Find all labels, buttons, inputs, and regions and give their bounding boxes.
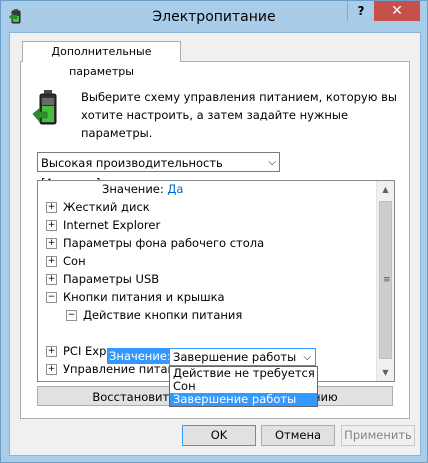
power-scheme-select[interactable]: Высокая производительность [Активен] ⌵ xyxy=(37,152,280,190)
tree-item-label: Жесткий диск xyxy=(63,200,150,214)
cancel-button[interactable]: Отмена xyxy=(261,425,335,446)
apply-button[interactable]: Применить xyxy=(341,425,415,446)
collapse-icon[interactable]: − xyxy=(46,292,57,303)
tree-item-sleep[interactable]: + Сон xyxy=(46,253,86,270)
expand-icon[interactable]: + xyxy=(46,346,57,357)
power-button-action-value: Завершение работы xyxy=(173,350,297,364)
tree-item-label: Действие кнопки питания xyxy=(83,308,243,322)
edit-value-label: Значение: xyxy=(107,348,173,364)
tree-item-power-button-action[interactable]: − Действие кнопки питания xyxy=(66,307,242,324)
expand-icon[interactable]: + xyxy=(46,238,57,249)
tree-item-label: Параметры фона рабочего стола xyxy=(63,236,265,250)
scroll-up-icon[interactable]: ▲ xyxy=(377,181,394,198)
tree-item-power-buttons-lid[interactable]: − Кнопки питания и крышка xyxy=(46,289,225,306)
help-button[interactable]: ? xyxy=(347,1,375,21)
grip-icon: ≡ xyxy=(383,275,391,285)
battery-plug-icon xyxy=(32,90,57,125)
value-link[interactable]: Да xyxy=(167,182,183,196)
expand-icon[interactable]: + xyxy=(46,202,57,213)
scroll-down-icon[interactable]: ▼ xyxy=(377,364,394,381)
chevron-down-icon: ⌵ xyxy=(268,157,276,168)
tree-item-label: Internet Explorer xyxy=(63,218,161,232)
tree-item-desktop-background[interactable]: + Параметры фона рабочего стола xyxy=(46,235,264,252)
power-options-window: Электропитание ? ✕ Дополнительные параме… xyxy=(0,0,428,463)
close-button[interactable]: ✕ xyxy=(374,1,420,21)
tree-scrollbar[interactable]: ▲ ≡ ▼ xyxy=(376,181,394,381)
dialog-client-area: Дополнительные параметры Выберите схему … xyxy=(9,32,421,456)
expand-icon[interactable]: + xyxy=(46,274,57,285)
tree-item-label: Сон xyxy=(63,254,86,268)
expand-icon[interactable]: + xyxy=(46,256,57,267)
collapse-icon[interactable]: − xyxy=(66,310,77,321)
dropdown-option-shutdown[interactable]: Завершение работы xyxy=(170,393,317,406)
value-label: Значение: xyxy=(102,182,164,196)
chevron-down-icon: ⌵ xyxy=(303,352,311,363)
expand-icon[interactable]: + xyxy=(46,364,57,375)
tab-advanced-settings[interactable]: Дополнительные параметры xyxy=(22,41,181,78)
expand-icon[interactable]: + xyxy=(46,220,57,231)
description-text: Выберите схему управления питанием, кото… xyxy=(81,90,397,140)
action-dropdown-list[interactable]: Действие не требуется Сон Завершение раб… xyxy=(169,366,318,407)
tree-item-hard-disk[interactable]: + Жесткий диск xyxy=(46,199,150,216)
scrollbar-thumb[interactable]: ≡ xyxy=(379,201,392,359)
tree-item-label: Кнопки питания и крышка xyxy=(63,290,225,304)
tree-value-row: Значение: Да xyxy=(102,181,183,198)
title-bar[interactable]: Электропитание ? ✕ xyxy=(1,1,427,32)
tab-panel: Выберите схему управления питанием, кото… xyxy=(20,61,410,419)
tree-item-internet-explorer[interactable]: + Internet Explorer xyxy=(46,217,160,234)
ok-button[interactable]: OK xyxy=(182,425,256,446)
tree-item-usb-settings[interactable]: + Параметры USB xyxy=(46,271,159,288)
tree-item-label: Параметры USB xyxy=(63,272,160,286)
power-button-action-select[interactable]: Завершение работы ⌵ xyxy=(169,348,316,366)
